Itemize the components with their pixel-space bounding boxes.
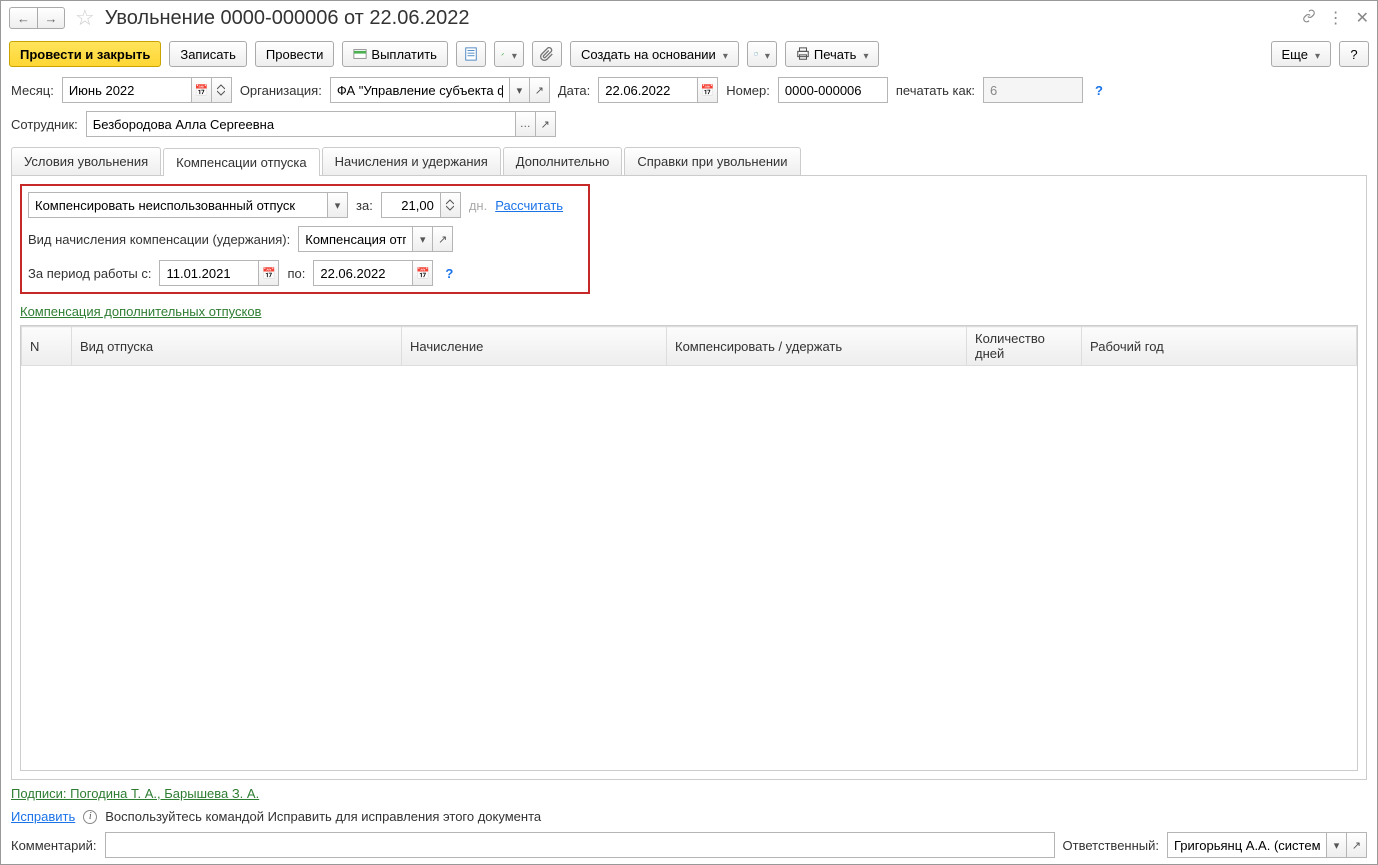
header-row-2: Сотрудник: … ↗ — [1, 107, 1377, 141]
titlebar-right: ⋮ ✕ — [1302, 8, 1369, 28]
pay-button[interactable]: Выплатить — [342, 41, 448, 67]
more-button[interactable]: Еще — [1271, 41, 1331, 67]
titlebar: ← → ☆ Увольнение 0000-000006 от 22.06.20… — [1, 1, 1377, 35]
window-title: Увольнение 0000-000006 от 22.06.2022 — [105, 7, 1296, 30]
fix-link[interactable]: Исправить — [11, 809, 75, 824]
print-as-label: печатать как: — [896, 83, 975, 98]
comment-label: Комментарий: — [11, 838, 97, 853]
number-input[interactable] — [778, 77, 888, 103]
days-spinner-icon[interactable] — [441, 192, 461, 218]
col-days[interactable]: Количество дней — [967, 327, 1082, 366]
period-to-label: по: — [287, 266, 305, 281]
comp-type-dropdown-icon[interactable]: ▾ — [413, 226, 433, 252]
forward-button[interactable]: → — [37, 7, 65, 29]
tab-additional[interactable]: Дополнительно — [503, 147, 623, 175]
col-comp[interactable]: Компенсировать / удержать — [667, 327, 967, 366]
tab-content: ▾ за: дн. Рассчитать Вид начисления комп… — [11, 175, 1367, 780]
month-input[interactable] — [62, 77, 192, 103]
days-unit: дн. — [469, 198, 487, 213]
print-button[interactable]: Печать — [785, 41, 880, 67]
info-icon: i — [83, 810, 97, 824]
edit-button[interactable] — [494, 41, 524, 67]
fix-row: Исправить i Воспользуйтесь командой Испр… — [11, 809, 1367, 824]
create-based-label: Создать на основании — [581, 47, 716, 62]
tabs: Условия увольнения Компенсации отпуска Н… — [1, 147, 1377, 175]
responsible-label: Ответственный: — [1063, 838, 1159, 853]
link-icon[interactable] — [1302, 9, 1316, 28]
number-label: Номер: — [726, 83, 770, 98]
print-as-help-icon[interactable]: ? — [1095, 83, 1103, 98]
col-accrual[interactable]: Начисление — [402, 327, 667, 366]
pay-button-label: Выплатить — [371, 47, 437, 62]
print-as-input — [983, 77, 1083, 103]
comp-action-dropdown-icon[interactable]: ▾ — [328, 192, 348, 218]
help-button[interactable]: ? — [1339, 41, 1369, 67]
tab-vacation-comp[interactable]: Компенсации отпуска — [163, 148, 320, 176]
date-input[interactable] — [598, 77, 698, 103]
fix-hint: Воспользуйтесь командой Исправить для ис… — [105, 809, 541, 824]
vacations-table-wrap: N Вид отпуска Начисление Компенсировать … — [20, 325, 1358, 771]
additional-vacations-title[interactable]: Компенсация дополнительных отпусков — [20, 304, 1358, 319]
nav-group: ← → — [9, 7, 65, 29]
comment-input[interactable] — [105, 832, 1055, 858]
org-input[interactable] — [330, 77, 510, 103]
responsible-dropdown-icon[interactable]: ▾ — [1327, 832, 1347, 858]
period-from-input[interactable] — [159, 260, 259, 286]
col-type[interactable]: Вид отпуска — [72, 327, 402, 366]
month-label: Месяц: — [11, 83, 54, 98]
responsible-input[interactable] — [1167, 832, 1327, 858]
period-help-icon[interactable]: ? — [445, 266, 453, 281]
month-calendar-icon[interactable]: 📅 — [192, 77, 212, 103]
period-to-input[interactable] — [313, 260, 413, 286]
period-label: За период работы с: — [28, 266, 151, 281]
vacations-table: N Вид отпуска Начисление Компенсировать … — [21, 326, 1357, 366]
period-to-calendar-icon[interactable]: 📅 — [413, 260, 433, 286]
calculate-link[interactable]: Рассчитать — [495, 198, 563, 213]
close-icon[interactable]: ✕ — [1356, 8, 1369, 28]
header-row-1: Месяц: 📅 Организация: ▾ ↗ Дата: 📅 Номер:… — [1, 73, 1377, 107]
date-label: Дата: — [558, 83, 590, 98]
month-spinner-icon[interactable] — [212, 77, 232, 103]
employee-input[interactable] — [86, 111, 516, 137]
kebab-menu-icon[interactable]: ⋮ — [1328, 8, 1344, 28]
comp-action-input[interactable] — [28, 192, 328, 218]
responsible-open-icon[interactable]: ↗ — [1347, 832, 1367, 858]
signatures-link[interactable]: Подписи: Погодина Т. А., Барышева З. А. — [11, 786, 1367, 801]
transfer-button[interactable] — [747, 41, 777, 67]
post-button[interactable]: Провести — [255, 41, 335, 67]
employee-label: Сотрудник: — [11, 117, 78, 132]
for-label: за: — [356, 198, 373, 213]
tab-conditions[interactable]: Условия увольнения — [11, 147, 161, 175]
org-open-icon[interactable]: ↗ — [530, 77, 550, 103]
main-toolbar: Провести и закрыть Записать Провести Вып… — [1, 35, 1377, 73]
org-dropdown-icon[interactable]: ▾ — [510, 77, 530, 103]
compensation-panel: ▾ за: дн. Рассчитать Вид начисления комп… — [20, 184, 590, 294]
favorite-star-icon[interactable]: ☆ — [75, 5, 95, 31]
save-button[interactable]: Записать — [169, 41, 247, 67]
attach-button[interactable] — [532, 41, 562, 67]
days-input[interactable] — [381, 192, 441, 218]
report-button[interactable] — [456, 41, 486, 67]
more-label: Еще — [1282, 47, 1308, 62]
post-and-close-button[interactable]: Провести и закрыть — [9, 41, 161, 67]
comp-type-label: Вид начисления компенсации (удержания): — [28, 232, 290, 247]
employee-select-icon[interactable]: … — [516, 111, 536, 137]
employee-open-icon[interactable]: ↗ — [536, 111, 556, 137]
footer: Подписи: Погодина Т. А., Барышева З. А. … — [1, 780, 1377, 864]
col-n[interactable]: N — [22, 327, 72, 366]
tab-certificates[interactable]: Справки при увольнении — [624, 147, 800, 175]
org-label: Организация: — [240, 83, 322, 98]
print-label: Печать — [814, 47, 857, 62]
period-from-calendar-icon[interactable]: 📅 — [259, 260, 279, 286]
col-year[interactable]: Рабочий год — [1082, 327, 1357, 366]
comp-type-open-icon[interactable]: ↗ — [433, 226, 453, 252]
back-button[interactable]: ← — [9, 7, 37, 29]
date-calendar-icon[interactable]: 📅 — [698, 77, 718, 103]
comp-type-input[interactable] — [298, 226, 413, 252]
tab-accruals[interactable]: Начисления и удержания — [322, 147, 501, 175]
bottom-row: Комментарий: Ответственный: ▾ ↗ — [11, 832, 1367, 858]
create-based-button[interactable]: Создать на основании — [570, 41, 739, 67]
